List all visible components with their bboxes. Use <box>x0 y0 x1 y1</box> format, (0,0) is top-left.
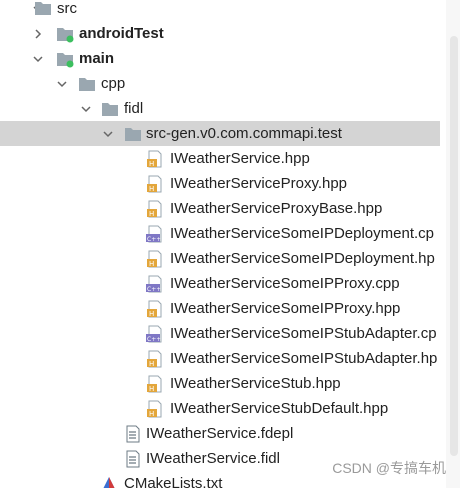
scrollbar-thumb[interactable] <box>450 36 458 456</box>
hpp-file-icon: H <box>146 175 164 193</box>
svg-text:H: H <box>149 260 154 268</box>
test-folder-icon <box>56 25 74 43</box>
hpp-file-icon: H <box>146 150 164 168</box>
tree-item-file[interactable]: H IWeatherServiceProxy.hpp <box>0 171 440 196</box>
folder-icon <box>124 125 142 143</box>
hpp-file-icon: H <box>146 350 164 368</box>
cpp-file-icon: C++ <box>146 325 164 343</box>
folder-icon <box>101 100 119 118</box>
hpp-file-icon: H <box>146 300 164 318</box>
tree-item-fidl[interactable]: fidl <box>0 96 440 121</box>
svg-text:H: H <box>149 310 154 318</box>
hpp-file-icon: H <box>146 375 164 393</box>
tree-item-label: main <box>79 50 115 67</box>
tree-item-file[interactable]: H IWeatherServiceSomeIPStubAdapter.hp <box>0 346 440 371</box>
tree-item-label: src-gen.v0.com.commapi.test <box>146 125 342 142</box>
chevron-down-icon[interactable] <box>78 101 94 117</box>
folder-icon <box>78 75 96 93</box>
tree-item-label: IWeatherServiceSomeIPDeployment.hp <box>170 250 435 267</box>
tree-item-label: src <box>57 0 77 17</box>
project-tree[interactable]: src androidTest main cpp fidl src-gen.v0… <box>0 0 440 488</box>
tree-item-src-gen[interactable]: src-gen.v0.com.commapi.test <box>0 121 440 146</box>
tree-item-file[interactable]: H IWeatherServiceSomeIPDeployment.hp <box>0 246 440 271</box>
chevron-down-icon[interactable] <box>100 126 116 142</box>
tree-item-label: IWeatherService.fidl <box>146 450 280 467</box>
tree-item-label: IWeatherServiceSomeIPDeployment.cp <box>170 225 435 242</box>
svg-text:C++: C++ <box>147 236 161 243</box>
svg-text:H: H <box>149 160 154 168</box>
cpp-file-icon: C++ <box>146 275 164 293</box>
svg-text:H: H <box>149 410 154 418</box>
svg-text:H: H <box>149 385 154 393</box>
svg-text:C++: C++ <box>147 336 161 343</box>
hpp-file-icon: H <box>146 400 164 418</box>
folder-icon <box>34 0 52 17</box>
hpp-file-icon: H <box>146 200 164 218</box>
tree-item-cpp[interactable]: cpp <box>0 71 440 96</box>
text-file-icon <box>124 425 142 443</box>
tree-item-file[interactable]: H IWeatherServiceStubDefault.hpp <box>0 396 440 421</box>
tree-item-file[interactable]: H IWeatherService.hpp <box>0 146 440 171</box>
tree-item-file[interactable]: H IWeatherServiceSomeIPProxy.hpp <box>0 296 440 321</box>
hpp-file-icon: H <box>146 250 164 268</box>
tree-item-file[interactable]: C++ IWeatherServiceSomeIPDeployment.cp <box>0 221 440 246</box>
tree-item-label: IWeatherServiceSomeIPStubAdapter.hp <box>170 350 438 367</box>
tree-item-label: fidl <box>124 100 144 117</box>
source-folder-icon <box>56 50 74 68</box>
tree-item-label: IWeatherServiceStubDefault.hpp <box>170 400 389 417</box>
tree-item-label: IWeatherService.hpp <box>170 150 310 167</box>
tree-item-label: IWeatherService.fdepl <box>146 425 294 442</box>
tree-item-label: IWeatherServiceProxyBase.hpp <box>170 200 383 217</box>
tree-item-label: IWeatherServiceSomeIPProxy.cpp <box>170 275 400 292</box>
svg-text:H: H <box>149 360 154 368</box>
tree-item-file[interactable]: H IWeatherServiceStub.hpp <box>0 371 440 396</box>
chevron-down-icon[interactable] <box>54 76 70 92</box>
watermark: CSDN @专搞车机 <box>332 460 446 476</box>
tree-item-label: IWeatherServiceStub.hpp <box>170 375 341 392</box>
tree-item-label: cpp <box>101 75 126 92</box>
tree-item-src[interactable]: src <box>0 0 440 21</box>
tree-item-androidtest[interactable]: androidTest <box>0 21 440 46</box>
tree-item-label: androidTest <box>79 25 164 42</box>
chevron-right-icon[interactable] <box>30 26 46 42</box>
text-file-icon <box>124 450 142 468</box>
svg-text:H: H <box>149 210 154 218</box>
chevron-down-icon[interactable] <box>30 51 46 67</box>
tree-item-label: CMakeLists.txt <box>124 475 223 488</box>
tree-item-file[interactable]: H IWeatherServiceProxyBase.hpp <box>0 196 440 221</box>
tree-item-file[interactable]: IWeatherService.fdepl <box>0 421 440 446</box>
svg-text:C++: C++ <box>147 286 161 293</box>
tree-item-label: IWeatherServiceSomeIPProxy.hpp <box>170 300 401 317</box>
cpp-file-icon: C++ <box>146 225 164 243</box>
tree-item-file[interactable]: C++ IWeatherServiceSomeIPStubAdapter.cp <box>0 321 440 346</box>
svg-text:H: H <box>149 185 154 193</box>
vertical-scrollbar[interactable] <box>446 0 460 488</box>
cmake-icon <box>100 475 118 488</box>
tree-item-label: IWeatherServiceProxy.hpp <box>170 175 348 192</box>
tree-item-main[interactable]: main <box>0 46 440 71</box>
tree-item-label: IWeatherServiceSomeIPStubAdapter.cp <box>170 325 437 342</box>
tree-item-file[interactable]: C++ IWeatherServiceSomeIPProxy.cpp <box>0 271 440 296</box>
